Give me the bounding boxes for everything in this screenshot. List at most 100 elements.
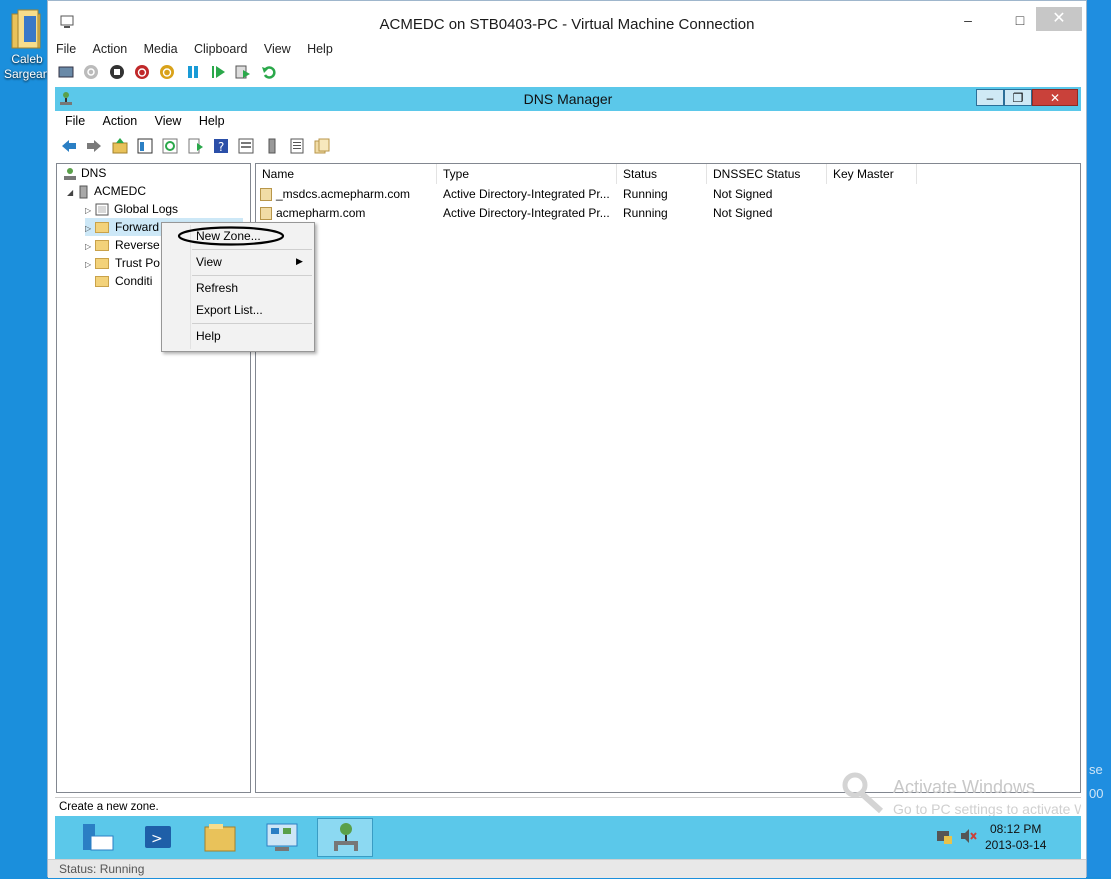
dns-close-button[interactable]: ✕	[1032, 89, 1078, 106]
guest-screen: DNS Manager – ❐ ✕ File Action View Help …	[55, 87, 1081, 859]
vm-maximize-button[interactable]: □	[1000, 9, 1040, 31]
show-hide-tree-icon[interactable]	[137, 138, 153, 154]
expand-arrow-icon[interactable]: ▷	[85, 256, 95, 274]
back-icon[interactable]	[61, 138, 77, 154]
volume-muted-icon[interactable]	[959, 827, 977, 848]
pause-icon[interactable]	[185, 64, 201, 80]
vm-window-title: ACMEDC on STB0403-PC - Virtual Machine C…	[379, 16, 755, 33]
menu-item-refresh[interactable]: Refresh	[196, 279, 238, 297]
shutdown-icon[interactable]	[134, 64, 150, 80]
snapshot-icon[interactable]	[235, 64, 251, 80]
menu-item-export-list[interactable]: Export List...	[196, 301, 263, 319]
zone-icon[interactable]	[314, 138, 330, 154]
row-dnssec: Not Signed	[713, 187, 773, 201]
zone-icon	[260, 207, 272, 221]
table-row[interactable]: _msdcs.acmepharm.com	[260, 185, 410, 203]
row-status: Running	[623, 206, 668, 220]
properties-icon[interactable]	[238, 138, 254, 154]
column-header-name[interactable]: Name	[256, 164, 437, 184]
folder-icon	[95, 222, 109, 234]
desktop-user-folder[interactable]: Caleb Sargeant	[4, 6, 53, 90]
svg-text:?: ?	[218, 140, 224, 154]
vm-menu-action[interactable]: Action	[93, 42, 128, 56]
refresh-icon[interactable]	[162, 138, 178, 154]
taskbar-server-manager[interactable]	[69, 818, 125, 857]
clock-time: 08:12 PM	[990, 822, 1042, 836]
up-folder-icon[interactable]	[112, 138, 128, 154]
tree-node-trust-points[interactable]: ▷ Trust Po	[85, 254, 160, 272]
forward-icon[interactable]	[86, 138, 102, 154]
revert-icon[interactable]	[261, 64, 277, 80]
desktop-edge-text-1: se	[1089, 762, 1103, 777]
tree-node-server[interactable]: ◢ ACMEDC	[67, 182, 146, 200]
taskbar-file-explorer[interactable]	[193, 818, 249, 857]
column-header-dnssec[interactable]: DNSSEC Status	[707, 164, 827, 184]
tree-label-forward: Forward	[115, 220, 160, 234]
taskbar-powershell[interactable]: >	[131, 818, 187, 857]
dns-menu-bar: File Action View Help	[65, 114, 239, 128]
vm-menu-bar: File Action Media Clipboard View Help	[56, 42, 346, 60]
zone-list: Name Type Status DNSSEC Status Key Maste…	[255, 163, 1081, 793]
column-header-key-master[interactable]: Key Master	[827, 164, 917, 184]
tree-node-dns[interactable]: DNS	[63, 164, 106, 182]
folder-icon	[95, 276, 109, 288]
tree-label-trust: Trust Po	[115, 256, 160, 270]
help-icon[interactable]: ?	[213, 138, 229, 154]
menu-separator	[192, 275, 312, 276]
row-name: _msdcs.acmepharm.com	[276, 187, 411, 201]
server-manager-icon	[83, 824, 114, 851]
start-icon[interactable]	[83, 64, 99, 80]
collapse-arrow-icon[interactable]: ◢	[67, 184, 77, 202]
server-icon[interactable]	[264, 138, 280, 154]
clock-date: 2013-03-14	[985, 838, 1047, 852]
dns-restore-button[interactable]: ❐	[1004, 89, 1032, 106]
desktop-right-edge: se 00	[1085, 0, 1111, 877]
user-folder-icon	[10, 8, 44, 50]
menu-item-help[interactable]: Help	[196, 327, 221, 345]
dns-title-bar[interactable]: DNS Manager – ❐ ✕	[55, 87, 1081, 111]
tree-label-conditional: Conditi	[115, 274, 153, 288]
table-row[interactable]: acmepharm.com	[260, 204, 365, 222]
submenu-arrow-icon: ▶	[296, 256, 303, 266]
vm-title-bar[interactable]: ACMEDC on STB0403-PC - Virtual Machine C…	[48, 1, 1086, 41]
tree-node-conditional-forwarders[interactable]: Conditi	[95, 272, 152, 290]
taskbar-clock[interactable]: 08:12 PM 2013-03-14	[985, 821, 1046, 853]
taskbar-control-panel[interactable]	[255, 818, 311, 857]
folder-icon	[95, 240, 109, 252]
tree-node-reverse-lookup[interactable]: ▷ Reverse	[85, 236, 160, 254]
vm-close-button[interactable]: ✕	[1036, 7, 1082, 31]
turn-off-icon[interactable]	[109, 64, 125, 80]
column-header-type[interactable]: Type	[437, 164, 617, 184]
vm-connection-window: ACMEDC on STB0403-PC - Virtual Machine C…	[47, 0, 1087, 878]
vm-menu-help[interactable]: Help	[307, 42, 333, 56]
powershell-icon: >	[145, 826, 171, 848]
row-name: acmepharm.com	[276, 206, 366, 220]
dns-menu-file[interactable]: File	[65, 114, 85, 128]
vm-menu-clipboard[interactable]: Clipboard	[194, 42, 248, 56]
resume-icon[interactable]	[210, 64, 226, 80]
menu-separator	[192, 249, 312, 250]
dns-menu-action[interactable]: Action	[103, 114, 138, 128]
list-view-icon[interactable]	[289, 138, 305, 154]
tree-node-global-logs[interactable]: ▷ Global Logs	[85, 200, 178, 218]
vm-menu-media[interactable]: Media	[144, 42, 178, 56]
network-icon[interactable]	[935, 827, 953, 848]
vm-menu-view[interactable]: View	[264, 42, 291, 56]
tree-label-dns: DNS	[81, 166, 107, 180]
activation-watermark-title: Activate Windows	[893, 777, 1036, 797]
column-header-status[interactable]: Status	[617, 164, 707, 184]
export-list-icon[interactable]	[188, 138, 204, 154]
event-log-icon	[95, 202, 114, 216]
vm-minimize-button[interactable]: –	[948, 9, 988, 31]
menu-item-view[interactable]: View	[196, 253, 222, 271]
save-state-icon[interactable]	[159, 64, 175, 80]
taskbar-dns-manager[interactable]	[317, 818, 373, 857]
dns-minimize-button[interactable]: –	[976, 89, 1004, 106]
row-status: Running	[623, 187, 668, 201]
dns-menu-view[interactable]: View	[155, 114, 182, 128]
ctrl-alt-del-icon[interactable]	[58, 64, 74, 80]
dns-menu-help[interactable]: Help	[199, 114, 225, 128]
file-explorer-icon	[204, 824, 236, 852]
vm-menu-file[interactable]: File	[56, 42, 76, 56]
svg-text:>: >	[151, 831, 163, 847]
